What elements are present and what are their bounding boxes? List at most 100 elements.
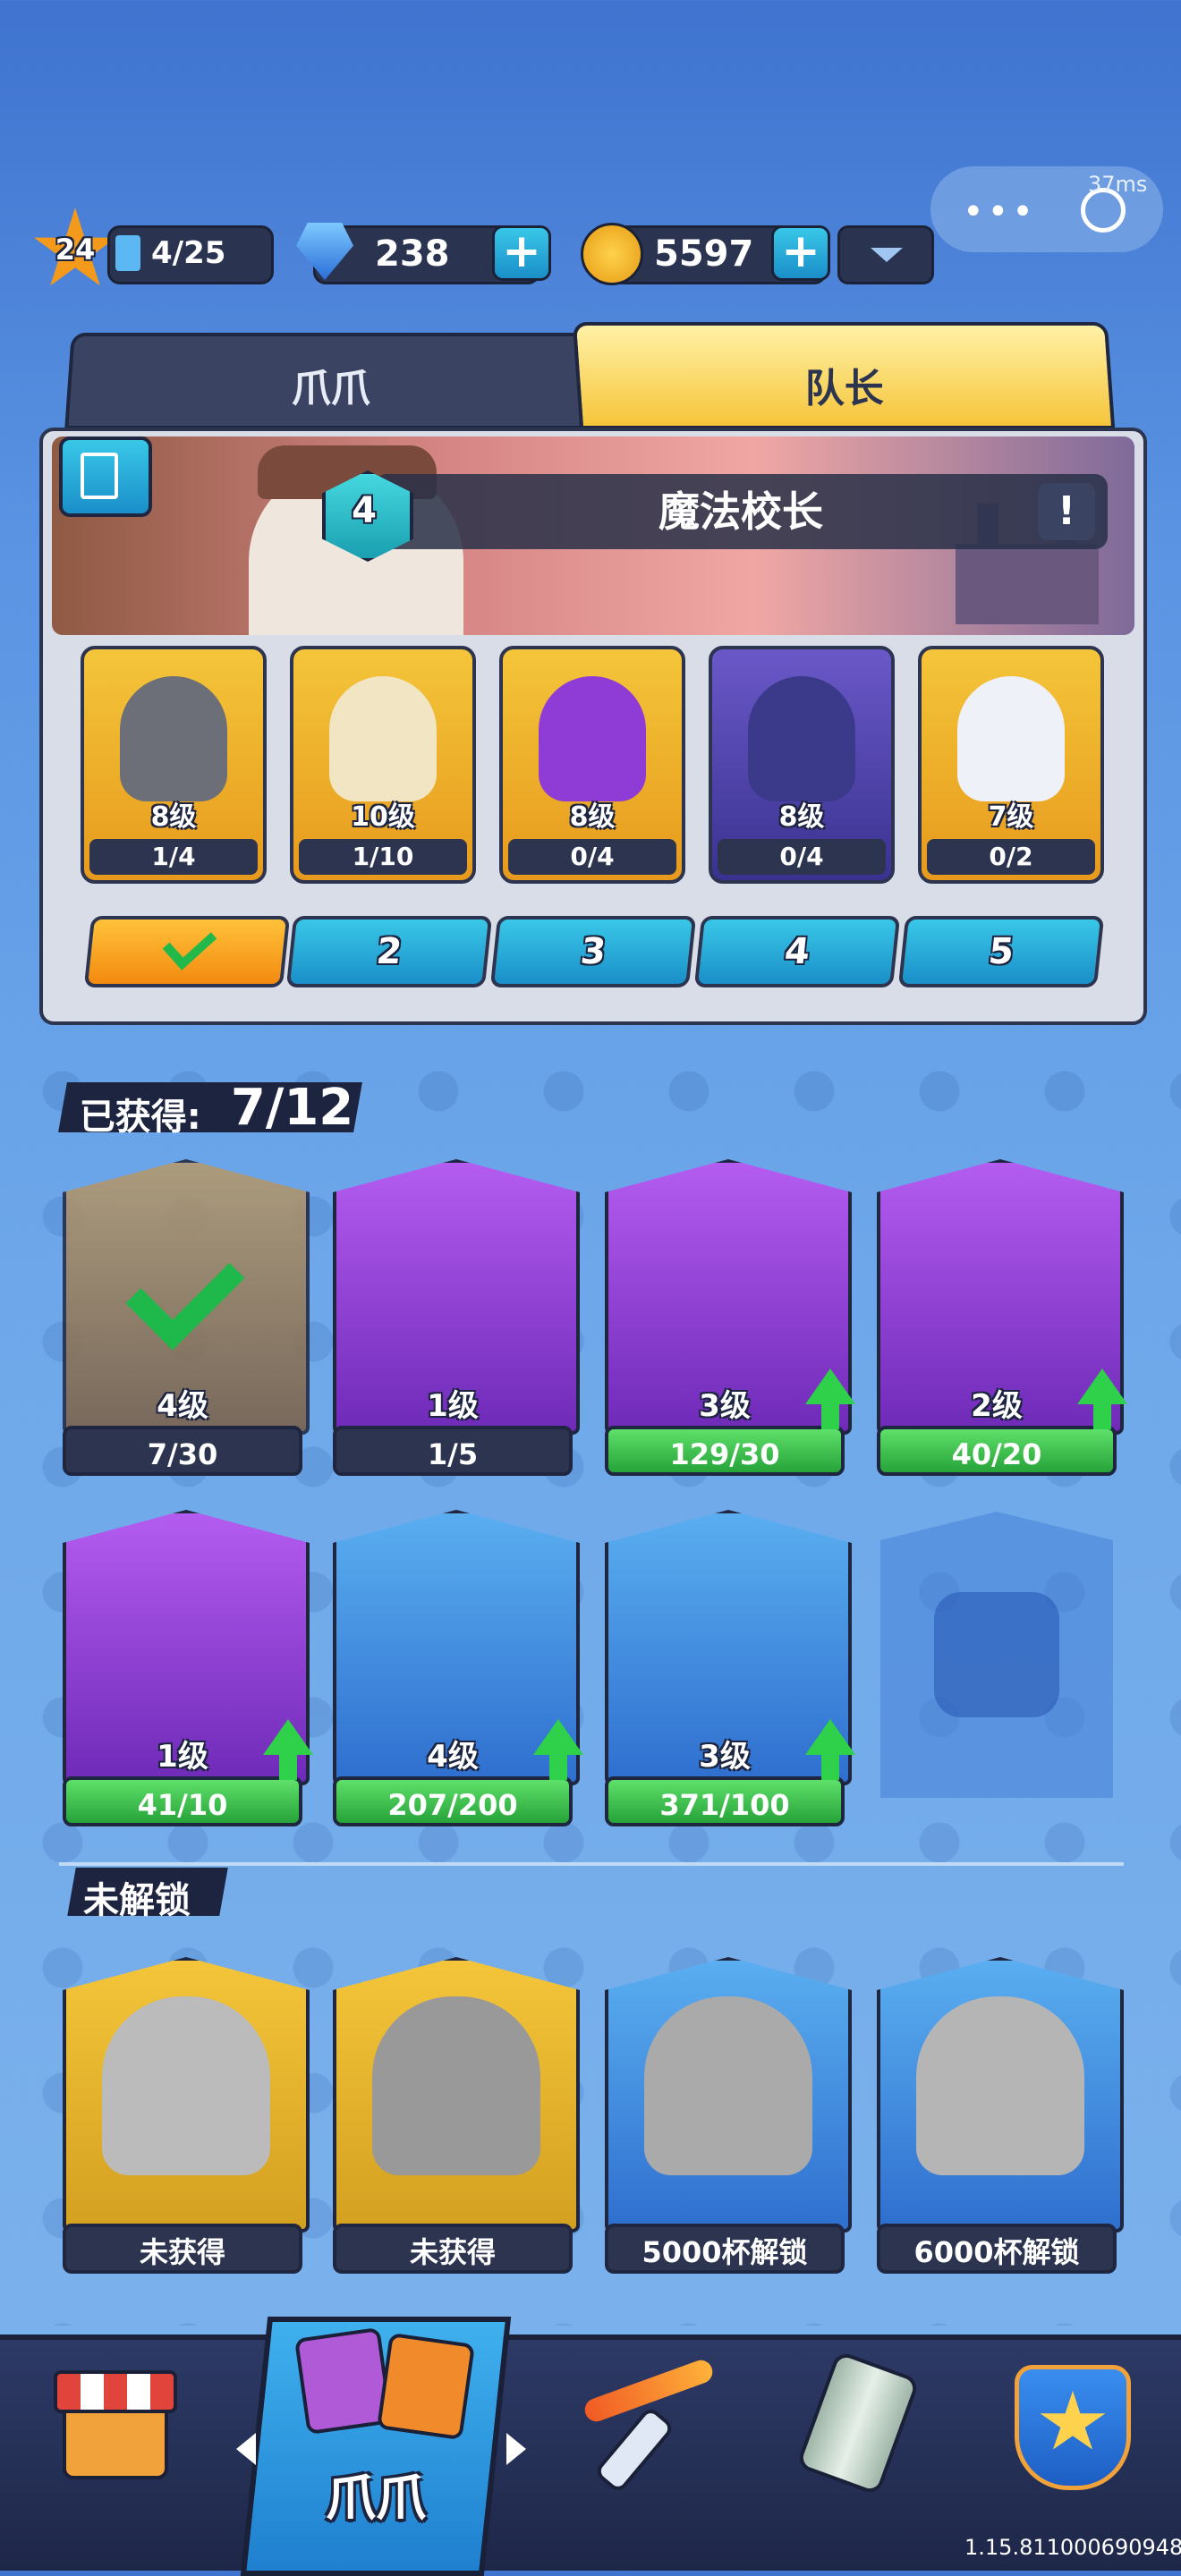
locked-hero-portrait bbox=[102, 1996, 270, 2175]
hero-card-progress: 40/20 bbox=[877, 1426, 1117, 1476]
hero-level: 10级 bbox=[351, 801, 415, 833]
hero-card[interactable]: 3级 371/100 bbox=[605, 1510, 855, 1826]
owned-label: 已获得: bbox=[79, 1097, 201, 1138]
share-icon bbox=[81, 453, 118, 499]
tab-paws-label: 爪爪 bbox=[291, 366, 370, 411]
hero-card[interactable]: 4级 207/200 bbox=[333, 1510, 583, 1826]
gems-value: 238 bbox=[375, 233, 450, 275]
chevron-down-icon bbox=[871, 248, 903, 262]
tab-captain[interactable]: 队长 bbox=[572, 322, 1116, 429]
locked-hero-card[interactable]: 未获得 bbox=[333, 1957, 580, 2274]
player-level: 24 bbox=[55, 233, 96, 267]
empty-slot-robot-icon bbox=[934, 1592, 1059, 1717]
upgrade-arrow-icon bbox=[533, 1719, 583, 1780]
hero-level: 8级 bbox=[150, 801, 197, 833]
rank-shield-icon[interactable] bbox=[1015, 2365, 1131, 2490]
owned-count: 7/12 bbox=[230, 1079, 354, 1137]
team-slot-label: 3 bbox=[578, 931, 608, 972]
locked-card-status: 未获得 bbox=[63, 2224, 302, 2274]
team-hero-card[interactable]: 8级 0/4 bbox=[499, 646, 685, 884]
locked-hero-card[interactable]: 5000杯解锁 bbox=[605, 1957, 852, 2274]
hero-portrait bbox=[329, 676, 437, 801]
captain-info-button[interactable]: ! bbox=[1038, 483, 1095, 540]
locked-card-status: 5000杯解锁 bbox=[605, 2224, 845, 2274]
hero-card[interactable]: 3级 129/30 bbox=[605, 1159, 855, 1476]
hero-portrait bbox=[120, 676, 227, 801]
team-slot-1-button[interactable] bbox=[83, 916, 291, 987]
team-slot-label: 4 bbox=[782, 931, 812, 972]
hero-progress: 1/10 bbox=[299, 839, 467, 875]
locked-hero-card[interactable]: 未获得 bbox=[63, 1957, 310, 2274]
owned-header: 已获得: 7/12 bbox=[58, 1079, 362, 1138]
locked-card-status: 6000杯解锁 bbox=[877, 2224, 1117, 2274]
team-slot-label: 2 bbox=[374, 931, 404, 972]
captain-name: 魔法校长 bbox=[658, 487, 823, 536]
coins-value: 5597 bbox=[654, 233, 754, 275]
coin-icon bbox=[581, 223, 643, 285]
nav-left-arrow-icon[interactable] bbox=[236, 2433, 256, 2465]
hero-level: 8级 bbox=[569, 801, 616, 833]
tab-captain-label: 队长 bbox=[804, 366, 884, 411]
hero-card-progress: 207/200 bbox=[333, 1776, 573, 1826]
empty-card-slot bbox=[880, 1512, 1113, 1798]
tab-paws[interactable]: 爪爪 bbox=[64, 333, 598, 429]
add-gems-button[interactable]: + bbox=[492, 225, 551, 281]
dropdown-button[interactable] bbox=[837, 225, 934, 284]
team-hero-card[interactable]: 8级 0/4 bbox=[709, 646, 895, 884]
hero-card-level: 1级 bbox=[427, 1388, 479, 1424]
share-button[interactable] bbox=[59, 436, 152, 517]
more-icon[interactable]: ••• bbox=[963, 191, 1037, 233]
locked-card-art bbox=[877, 1957, 1124, 2233]
gem-icon bbox=[296, 223, 353, 280]
paw-card-icon bbox=[376, 2332, 476, 2441]
hero-card-progress: 1/5 bbox=[333, 1426, 573, 1476]
captain-name-bar: 魔法校长 ! bbox=[374, 474, 1108, 549]
team-slot-3-button[interactable]: 3 bbox=[489, 916, 697, 987]
xp-text: 4/25 bbox=[151, 235, 226, 271]
team-slot-5-button[interactable]: 5 bbox=[897, 916, 1105, 987]
captain-level: 4 bbox=[352, 490, 377, 531]
upgrade-arrow-icon bbox=[805, 1719, 855, 1780]
locked-label: 未解锁 bbox=[82, 1880, 191, 1921]
star-icon bbox=[1040, 2391, 1106, 2450]
hero-card[interactable]: 1级 41/10 bbox=[63, 1510, 313, 1826]
hero-progress: 0/4 bbox=[508, 839, 676, 875]
hero-card-level: 4级 bbox=[157, 1388, 208, 1424]
hero-card[interactable]: 2级 40/20 bbox=[877, 1159, 1127, 1476]
team-hero-card[interactable]: 8级 1/4 bbox=[81, 646, 267, 884]
nav-tab-paws-label: 爪爪 bbox=[326, 2470, 426, 2528]
add-coins-button[interactable]: + bbox=[771, 225, 830, 281]
locked-card-art bbox=[605, 1957, 852, 2233]
xp-fill bbox=[115, 235, 140, 271]
locked-card-status: 未获得 bbox=[333, 2224, 573, 2274]
latency-label: 37ms bbox=[1088, 172, 1148, 197]
team-slot-label: 5 bbox=[986, 931, 1016, 972]
team-hero-card[interactable]: 10级 1/10 bbox=[290, 646, 476, 884]
section-divider bbox=[59, 1862, 1124, 1866]
hero-card-progress: 371/100 bbox=[605, 1776, 845, 1826]
hero-portrait bbox=[748, 676, 855, 801]
locked-header: 未解锁 bbox=[67, 1868, 228, 1921]
hero-card-progress: 41/10 bbox=[63, 1776, 302, 1826]
shop-icon[interactable] bbox=[54, 2361, 177, 2479]
team-slot-2-button[interactable]: 2 bbox=[285, 916, 493, 987]
hero-portrait bbox=[539, 676, 646, 801]
hero-card[interactable]: 4级 7/30 bbox=[63, 1159, 310, 1476]
hero-card[interactable]: 1级 1/5 bbox=[333, 1159, 580, 1476]
battle-sword-icon[interactable] bbox=[573, 2352, 716, 2495]
hero-card-progress: 7/30 bbox=[63, 1426, 302, 1476]
hero-level: 7级 bbox=[988, 801, 1034, 833]
nav-right-arrow-icon[interactable] bbox=[506, 2433, 526, 2465]
hero-card-progress: 129/30 bbox=[605, 1426, 845, 1476]
xp-bar[interactable]: 4/25 bbox=[107, 225, 274, 284]
team-hero-card[interactable]: 7级 0/2 bbox=[918, 646, 1104, 884]
hero-portrait bbox=[957, 676, 1065, 801]
hero-progress: 1/4 bbox=[89, 839, 258, 875]
locked-hero-card[interactable]: 6000杯解锁 bbox=[877, 1957, 1124, 2274]
hero-progress: 0/4 bbox=[718, 839, 886, 875]
upgrade-arrow-icon bbox=[805, 1368, 855, 1429]
version-label: 1.15.811000690948 bbox=[964, 2535, 1181, 2560]
locked-card-art bbox=[63, 1957, 310, 2233]
team-slot-4-button[interactable]: 4 bbox=[693, 916, 901, 987]
hero-progress: 0/2 bbox=[927, 839, 1095, 875]
